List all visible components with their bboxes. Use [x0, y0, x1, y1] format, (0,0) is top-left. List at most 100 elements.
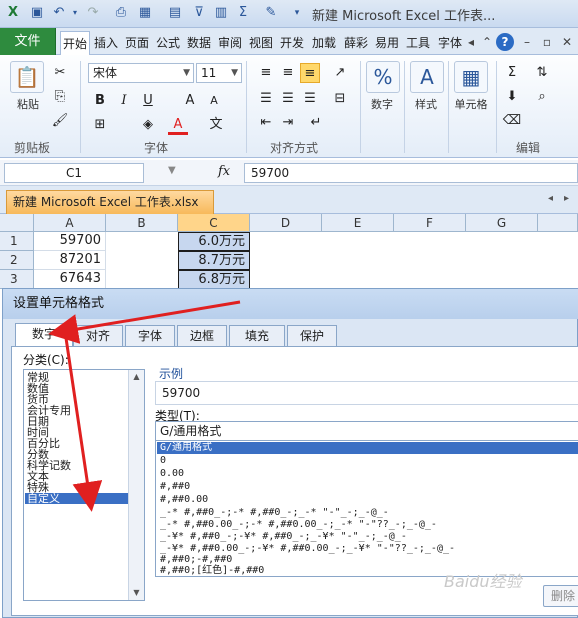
tab-view[interactable]: 视图: [247, 31, 275, 55]
tab-data[interactable]: 数据: [185, 31, 213, 55]
column-header[interactable]: E: [322, 214, 394, 232]
undo-dropdown-icon[interactable]: ▾: [66, 4, 84, 22]
name-box[interactable]: C1: [4, 163, 144, 183]
tab-xuecai[interactable]: 薛彩: [342, 31, 370, 55]
row-header[interactable]: 2: [0, 251, 34, 270]
tab-insert[interactable]: 插入: [92, 31, 120, 55]
type-item[interactable]: #,##0: [157, 481, 578, 493]
merge-center-icon[interactable]: ⊟: [330, 89, 350, 109]
dialog-tab-border[interactable]: 边框: [177, 325, 227, 347]
cut-icon[interactable]: ✂: [50, 63, 70, 83]
clear-icon[interactable]: ⌫: [502, 111, 522, 131]
align-center-icon[interactable]: ☰: [278, 89, 298, 109]
column-header[interactable]: F: [394, 214, 466, 232]
type-item[interactable]: _-¥* #,##0_-;-¥* #,##0_-;_-¥* "-"_-;_-@_…: [157, 531, 578, 543]
font-name-combo[interactable]: 宋体 ▼: [88, 63, 194, 83]
cells-icon[interactable]: ▦: [454, 61, 488, 93]
column-header[interactable]: D: [250, 214, 322, 232]
font-size-combo[interactable]: 11 ▼: [196, 63, 242, 83]
orientation-icon[interactable]: ↗: [330, 63, 350, 83]
tab-home[interactable]: 开始: [60, 31, 90, 56]
dialog-tab-protection[interactable]: 保护: [287, 325, 337, 347]
percent-icon[interactable]: %: [366, 61, 400, 93]
styles-button[interactable]: 样式: [406, 97, 446, 113]
tab-easy[interactable]: 易用: [373, 31, 401, 55]
find-select-icon[interactable]: ⌕: [532, 87, 552, 107]
paste-button[interactable]: 粘贴: [8, 97, 48, 113]
wrap-text-icon[interactable]: ↵: [306, 113, 326, 133]
number-format-button[interactable]: 数字: [362, 97, 402, 113]
cell-a3[interactable]: 67643: [34, 270, 106, 289]
cell-a1[interactable]: 59700: [34, 232, 106, 251]
column-header[interactable]: B: [106, 214, 178, 232]
increase-indent-icon[interactable]: ⇥: [278, 113, 298, 133]
close-icon[interactable]: ✕: [558, 33, 576, 51]
underline-button[interactable]: U: [138, 91, 158, 111]
column-header[interactable]: G: [466, 214, 538, 232]
row-header[interactable]: 1: [0, 232, 34, 251]
tab-font[interactable]: 字体: [436, 31, 464, 55]
fill-color-icon[interactable]: ◈: [138, 115, 158, 135]
delete-button[interactable]: 删除: [543, 585, 578, 607]
tab-page[interactable]: 页面: [122, 31, 152, 55]
align-bottom-icon[interactable]: ≡: [300, 63, 320, 83]
dialog-tab-alignment[interactable]: 对齐: [73, 325, 123, 347]
format-painter-ribbon-icon[interactable]: 🖌: [50, 111, 70, 131]
type-item[interactable]: 0: [157, 455, 578, 467]
formula-input[interactable]: 59700: [244, 163, 578, 183]
cell-c2[interactable]: 8.7万元: [178, 251, 250, 270]
borders-icon[interactable]: ⊞: [90, 115, 110, 135]
type-list[interactable]: G/通用格式 0 0.00 #,##0 #,##0.00 _-* #,##0_-…: [155, 441, 578, 577]
cell-a2[interactable]: 87201: [34, 251, 106, 270]
cells-button[interactable]: 单元格: [448, 97, 494, 113]
layout-icon[interactable]: ▦: [136, 4, 154, 22]
autosum-icon[interactable]: Σ: [234, 4, 252, 22]
decrease-indent-icon[interactable]: ⇤: [256, 113, 276, 133]
dialog-tab-number[interactable]: 数字: [15, 323, 73, 347]
table-icon[interactable]: ▥: [212, 4, 230, 22]
fill-icon[interactable]: ⬇: [502, 87, 522, 107]
tab-file[interactable]: 文件: [0, 28, 56, 55]
cell-c1[interactable]: 6.0万元: [178, 232, 250, 251]
collapse-ribbon-icon[interactable]: ⌃: [478, 33, 496, 51]
align-right-icon[interactable]: ☰: [300, 89, 320, 109]
row-header[interactable]: 3: [0, 270, 34, 289]
styles-icon[interactable]: A: [410, 61, 444, 93]
scroll-down-icon[interactable]: ▼: [129, 586, 144, 600]
type-item[interactable]: _-* #,##0_-;-* #,##0_-;_-* "-"_-;_-@_-: [157, 507, 578, 519]
type-item[interactable]: 0.00: [157, 468, 578, 480]
category-item-selected[interactable]: 自定义: [25, 493, 129, 504]
phonetic-icon[interactable]: 文: [206, 115, 226, 135]
font-color-icon[interactable]: A: [168, 115, 188, 135]
paste-icon[interactable]: 📋: [10, 61, 44, 93]
copy-icon[interactable]: ⎘: [50, 87, 70, 107]
category-scrollbar[interactable]: ▲ ▼: [128, 370, 144, 600]
redo-icon[interactable]: ↷: [84, 4, 102, 22]
restore-icon[interactable]: ▫: [538, 33, 556, 51]
column-header[interactable]: C: [178, 214, 250, 232]
align-top-icon[interactable]: ≡: [256, 63, 276, 83]
format-painter-icon[interactable]: ✎: [262, 4, 280, 22]
tab-formulas[interactable]: 公式: [154, 31, 182, 55]
type-item[interactable]: #,##0.00: [157, 494, 578, 506]
sort-filter-icon[interactable]: ⇅: [532, 63, 552, 83]
grow-font-icon[interactable]: A: [180, 91, 200, 111]
shrink-font-icon[interactable]: A: [204, 91, 224, 111]
scroll-up-icon[interactable]: ▲: [129, 370, 144, 384]
italic-button[interactable]: I: [114, 91, 134, 111]
align-left-icon[interactable]: ☰: [256, 89, 276, 109]
tab-scroll-right-icon[interactable]: ▸: [564, 193, 569, 204]
dialog-tab-fill[interactable]: 填充: [229, 325, 285, 347]
type-item[interactable]: _-* #,##0.00_-;-* #,##0.00_-;_-* "-"??_-…: [157, 519, 578, 531]
tab-addins[interactable]: 加载: [310, 31, 338, 55]
minimize-icon[interactable]: –: [518, 33, 536, 51]
select-all-corner[interactable]: [0, 214, 34, 232]
customize-toolbar-icon[interactable]: ▾: [288, 4, 306, 22]
column-header[interactable]: A: [34, 214, 106, 232]
workbook-tab[interactable]: 新建 Microsoft Excel 工作表.xlsx: [6, 190, 214, 214]
save-icon[interactable]: ▣: [28, 4, 46, 22]
cell-c3[interactable]: 6.8万元: [178, 270, 250, 289]
autosum-ribbon-icon[interactable]: Σ: [502, 63, 522, 83]
tab-review[interactable]: 审阅: [216, 31, 244, 55]
category-list[interactable]: 常规 数值 货币 会计专用 日期 时间 百分比 分数 科学记数 文本 特殊 自定…: [23, 369, 145, 601]
